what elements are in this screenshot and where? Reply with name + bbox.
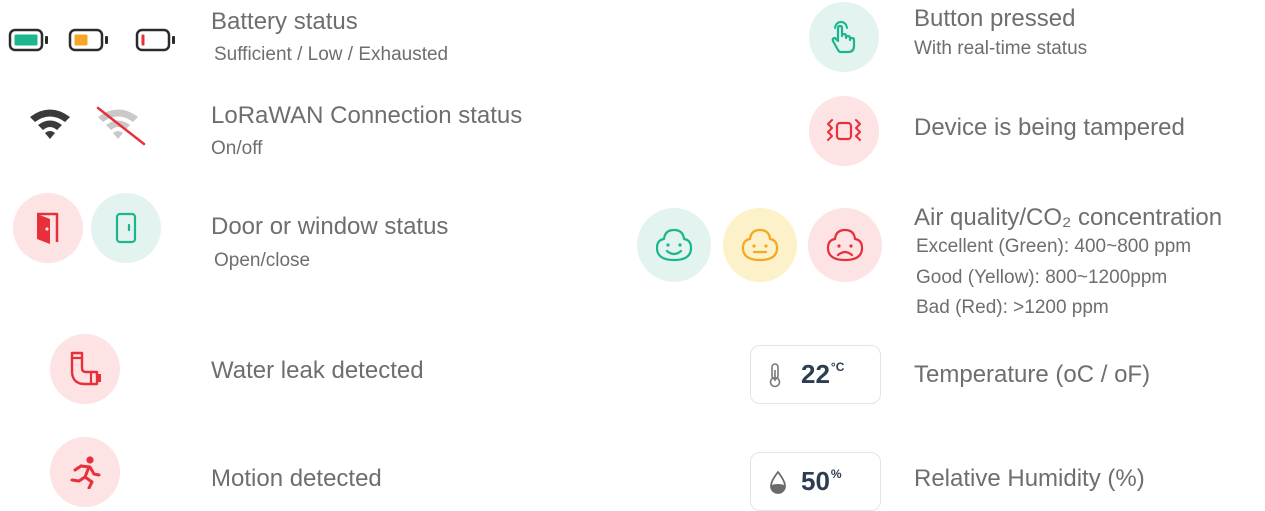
humidity-value: 50 — [801, 466, 830, 496]
air-excellent-badge — [637, 208, 711, 282]
door-closed-badge — [91, 193, 161, 263]
face-neutral-icon — [741, 228, 779, 262]
battery-full-icon — [8, 28, 48, 52]
tamper-badge — [809, 96, 879, 166]
water-leak-badge — [50, 334, 120, 404]
air-line-bad: Bad (Red): >1200 ppm — [916, 297, 1109, 318]
temperature-title: Temperature (oC / oF) — [914, 361, 1151, 388]
wifi-off-icon — [96, 106, 146, 146]
water-leak-title: Water leak detected — [211, 357, 424, 384]
door-subtitle: Open/close — [214, 250, 311, 271]
droplet-icon — [770, 470, 786, 494]
running-person-icon — [70, 456, 101, 489]
lorawan-icons — [28, 106, 158, 148]
battery-title: Battery status — [211, 8, 358, 35]
button-subtitle: With real-time status — [914, 38, 1088, 59]
air-title: Air quality/CO₂ concentration — [914, 204, 1223, 231]
lorawan-title: LoRaWAN Connection status — [211, 102, 523, 129]
hand-tap-icon — [831, 20, 856, 54]
humidity-unit: % — [830, 466, 842, 481]
face-sad-icon — [826, 228, 864, 262]
battery-icons — [8, 28, 183, 52]
pipe-leak-icon — [70, 351, 101, 386]
humidity-pill: 50 % — [750, 452, 881, 511]
button-title: Button pressed — [914, 5, 1076, 32]
vibration-icon — [827, 119, 861, 141]
air-bad-badge — [808, 208, 882, 282]
battery-subtitle: Sufficient / Low / Exhausted — [214, 44, 449, 65]
temperature-unit: °C — [830, 359, 845, 374]
button-pressed-badge — [809, 2, 879, 72]
door-closed-icon — [115, 212, 137, 244]
tamper-title: Device is being tampered — [914, 114, 1185, 141]
battery-empty-icon — [135, 28, 175, 52]
door-title: Door or window status — [211, 213, 449, 240]
thermometer-icon — [769, 362, 781, 387]
temperature-value: 22 — [801, 359, 830, 389]
air-good-badge — [723, 208, 797, 282]
wifi-icon — [30, 109, 70, 139]
door-open-icon — [37, 212, 59, 244]
motion-badge — [50, 437, 120, 507]
humidity-title: Relative Humidity (%) — [914, 465, 1145, 492]
air-line-excellent: Excellent (Green): 400~800 ppm — [916, 236, 1192, 257]
lorawan-subtitle: On/off — [211, 138, 263, 159]
air-line-good: Good (Yellow): 800~1200ppm — [916, 267, 1168, 288]
face-happy-icon — [655, 228, 693, 262]
door-open-badge — [13, 193, 83, 263]
motion-title: Motion detected — [211, 465, 382, 492]
battery-low-icon — [68, 28, 108, 52]
temperature-pill: 22 °C — [750, 345, 881, 404]
